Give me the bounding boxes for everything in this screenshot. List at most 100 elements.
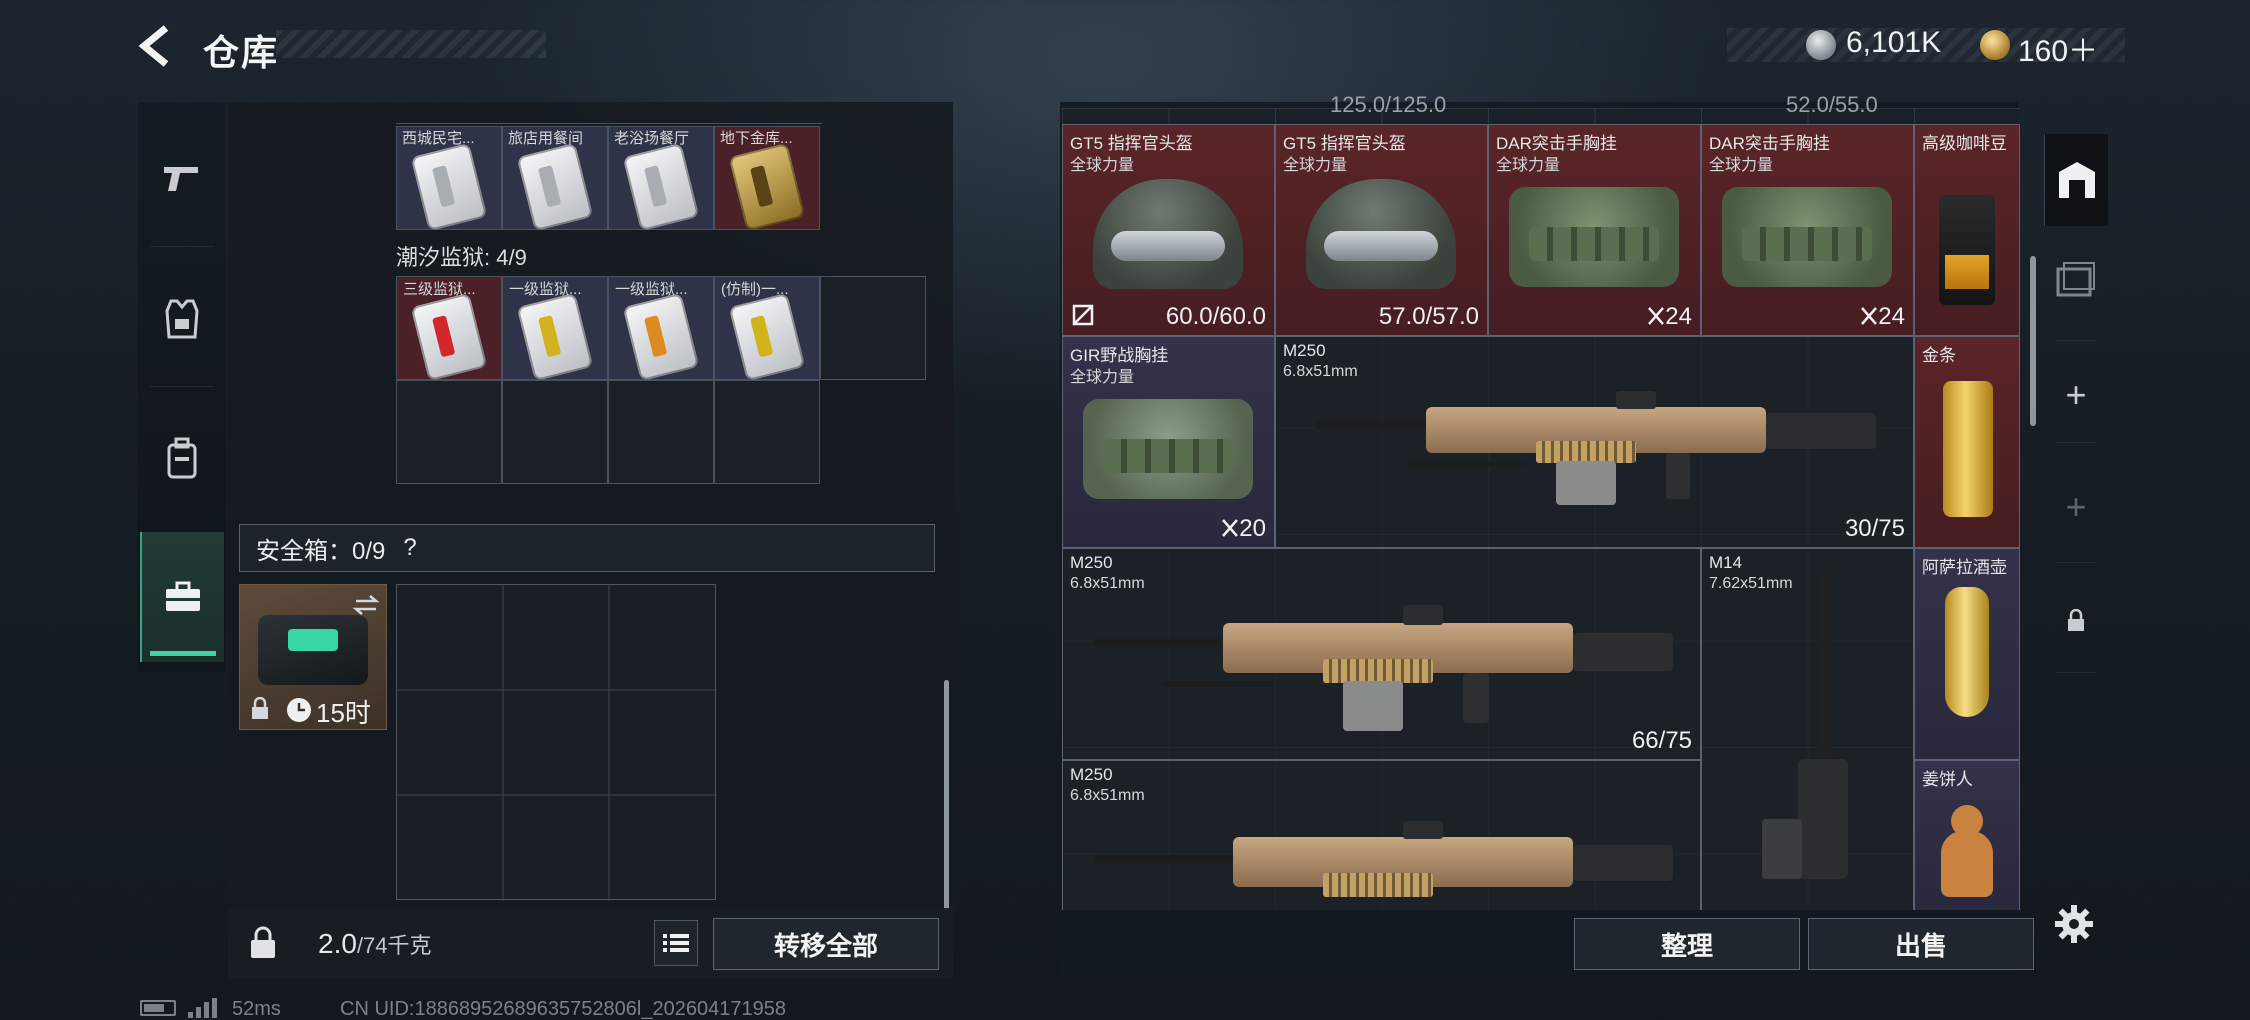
user-uid: CN UID:18868952689635752806l_20260417195… <box>340 998 786 1020</box>
item-ammo: 66/75 <box>1631 727 1692 754</box>
key-card-icon <box>516 292 594 382</box>
key-slot[interactable]: 一级监狱... <box>608 276 714 382</box>
item-chest-rig[interactable]: DAR突击手胸挂 全球力量 24 <box>1701 124 1914 336</box>
weight-capacity: /74千克 <box>356 933 432 958</box>
transfer-all-button[interactable]: 转移全部 <box>713 918 939 970</box>
item-rifle[interactable]: M14 7.62x51mm <box>1701 548 1914 910</box>
item-chest-rig[interactable]: GIR野战胸挂 全球力量 20 <box>1062 336 1275 548</box>
list-icon <box>663 934 689 952</box>
help-icon[interactable]: ? <box>403 534 416 562</box>
item-machine-gun[interactable]: M250 6.8x51mm 30/75 <box>1275 336 1914 548</box>
tab-safebox[interactable] <box>140 532 224 662</box>
tab-weapons[interactable] <box>140 118 224 238</box>
partial-item-value: 52.0/55.0 <box>1786 92 1878 117</box>
item-capacity: 24 <box>1647 303 1692 331</box>
key-card-icon <box>622 142 700 232</box>
key-slot[interactable]: 三级监狱... <box>396 276 502 382</box>
rail-add-button[interactable]: + <box>2044 358 2108 432</box>
item-machine-gun[interactable]: M250 6.8x51mm 66/75 <box>1062 548 1701 760</box>
item-machine-gun[interactable]: M250 6.8x51mm <box>1062 760 1701 910</box>
key-label: 三级监狱... <box>403 281 476 298</box>
rail-storage-tab[interactable] <box>2044 134 2108 226</box>
pistol-icon <box>164 167 198 191</box>
weight-value: 2.0 <box>318 928 357 959</box>
empty-key-slot[interactable] <box>820 276 926 380</box>
active-tab-indicator <box>150 651 216 656</box>
silver-coin-amount: 6,101K <box>1846 26 1942 59</box>
partial-item-value: 125.0/125.0 <box>1330 92 1447 117</box>
battery-icon <box>140 1000 176 1016</box>
item-gold-bar[interactable]: 金条 <box>1914 336 2020 548</box>
item-name: 金条 <box>1922 346 1956 365</box>
empty-key-slot[interactable] <box>608 380 714 484</box>
key-label: 地下金库... <box>720 130 793 147</box>
item-caliber: 6.8x51mm <box>1070 575 1145 592</box>
key-card-icon <box>516 142 594 232</box>
key-card-icon <box>728 292 806 382</box>
chest-rig-image <box>1509 187 1679 287</box>
item-faction: 全球力量 <box>1496 157 1561 174</box>
back-arrow-icon <box>138 25 169 67</box>
chest-rig-image <box>1083 399 1253 499</box>
safebox-timer: 15时 <box>316 698 371 728</box>
key-label: (仿制)一... <box>721 281 789 298</box>
safebox-header: 安全箱：0/9 ? <box>239 524 935 572</box>
empty-key-slot[interactable] <box>396 380 502 484</box>
armor-vest-icon <box>165 299 199 339</box>
item-caliber: 6.8x51mm <box>1283 363 1358 380</box>
sell-button[interactable]: 出售 <box>1808 918 2034 970</box>
warehouse-icon <box>2058 162 2095 198</box>
right-scrollbar[interactable] <box>2030 256 2036 426</box>
page-title: 仓库 <box>203 32 280 73</box>
rail-container-tab[interactable] <box>2044 236 2108 322</box>
item-gingerbread-man[interactable]: 姜饼人 <box>1914 760 2020 910</box>
capacity-icon <box>1861 307 1878 325</box>
left-scrollbar[interactable] <box>944 680 949 910</box>
key-card-icon <box>622 292 700 382</box>
lock-icon <box>2068 609 2084 631</box>
ewer-image <box>1945 587 1989 717</box>
safebox-grid[interactable] <box>396 584 717 901</box>
lock-button[interactable] <box>238 918 288 968</box>
carry-weight: 2.0/74千克 <box>318 928 432 960</box>
key-slot[interactable]: (仿制)一... <box>714 276 820 382</box>
key-slot[interactable]: 一级监狱... <box>502 276 608 382</box>
item-name: 姜饼人 <box>1922 770 1973 789</box>
item-faction: 全球力量 <box>1283 157 1348 174</box>
gingerbread-image <box>1937 805 1997 897</box>
item-caliber: 7.62x51mm <box>1709 575 1793 592</box>
tab-armor[interactable] <box>140 258 224 378</box>
item-chest-rig[interactable]: DAR突击手胸挂 全球力量 24 <box>1488 124 1701 336</box>
empty-key-slot[interactable] <box>714 380 820 484</box>
capacity-icon <box>1648 307 1665 325</box>
folder-icon <box>2056 262 2095 297</box>
back-button[interactable] <box>136 22 184 70</box>
item-name: 高级咖啡豆 <box>1922 134 2007 153</box>
item-helmet[interactable]: GT5 指挥官头盔 全球力量 57.0/57.0 <box>1275 124 1488 336</box>
empty-key-slot[interactable] <box>502 380 608 484</box>
list-view-button[interactable] <box>654 920 698 966</box>
item-capacity: 20 <box>1221 515 1266 543</box>
nav-divider <box>150 386 214 387</box>
item-capacity: 24 <box>1860 303 1905 331</box>
settings-button[interactable] <box>2048 898 2100 950</box>
gold-coin-amount[interactable]: 160＋ <box>2018 26 2098 70</box>
item-durability: 60.0/60.0 <box>1165 303 1266 330</box>
item-coffee-beans[interactable]: 高级咖啡豆 <box>1914 124 2020 336</box>
item-helmet[interactable]: GT5 指挥官头盔 全球力量 60.0/60.0 <box>1062 124 1275 336</box>
rail-add-button-disabled[interactable]: + <box>2044 470 2108 544</box>
gold-coin-icon <box>1980 30 2010 60</box>
briefcase-icon <box>166 581 200 611</box>
tab-backpack[interactable] <box>140 398 224 518</box>
m250-image <box>1306 377 1886 537</box>
item-name: M250 <box>1070 765 1113 784</box>
sort-button[interactable]: 整理 <box>1574 918 1800 970</box>
rail-divider <box>2056 672 2096 673</box>
signal-icon <box>188 998 220 1018</box>
item-name: M250 <box>1283 341 1326 360</box>
title-decoration <box>276 30 546 58</box>
item-wine-ewer[interactable]: 阿萨拉酒壶 <box>1914 548 2020 760</box>
safebox-container-item[interactable]: 15时 <box>239 584 387 730</box>
item-faction: 全球力量 <box>1070 369 1135 386</box>
rail-locked-slot[interactable] <box>2044 586 2108 656</box>
